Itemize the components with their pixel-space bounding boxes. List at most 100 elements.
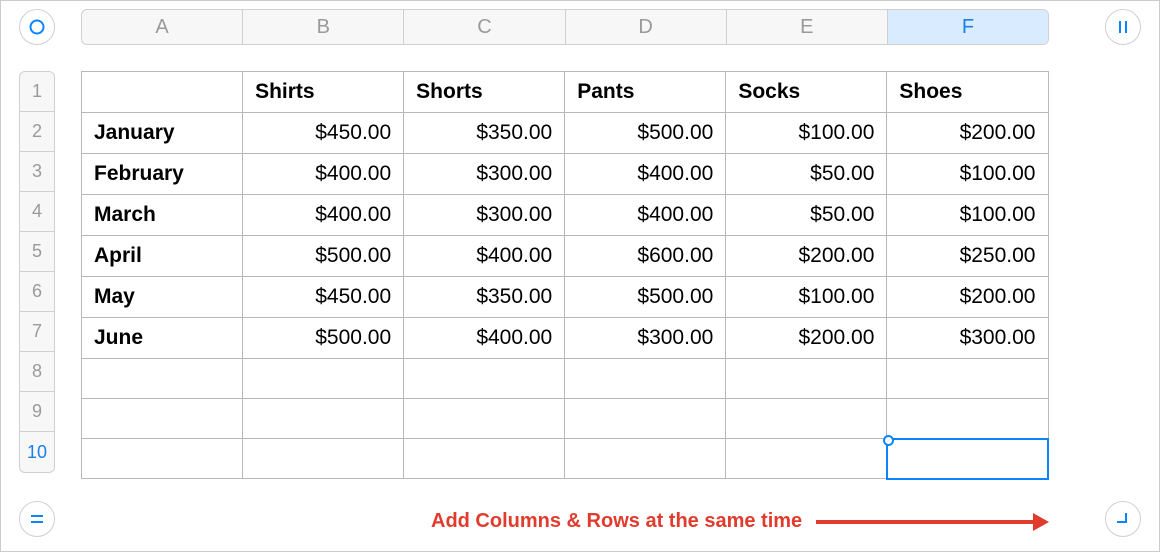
table-row bbox=[82, 359, 1049, 399]
row-header-5[interactable]: 5 bbox=[20, 232, 54, 272]
cell[interactable]: February bbox=[82, 154, 243, 195]
cell[interactable] bbox=[726, 359, 887, 399]
add-row-handle[interactable] bbox=[19, 501, 55, 537]
cell[interactable]: $250.00 bbox=[887, 236, 1048, 277]
cell[interactable]: March bbox=[82, 195, 243, 236]
cell[interactable]: $200.00 bbox=[887, 113, 1048, 154]
annotation-arrow-icon bbox=[816, 520, 1035, 524]
cell[interactable] bbox=[243, 399, 404, 439]
cell[interactable]: $300.00 bbox=[565, 318, 726, 359]
cell[interactable] bbox=[887, 439, 1048, 479]
cell[interactable]: January bbox=[82, 113, 243, 154]
help-annotation: Add Columns & Rows at the same time bbox=[431, 510, 1071, 533]
column-header-A[interactable]: A bbox=[82, 10, 243, 44]
cell[interactable]: $450.00 bbox=[243, 113, 404, 154]
cell[interactable] bbox=[243, 359, 404, 399]
spreadsheet-grid: ShirtsShortsPantsSocksShoesJanuary$450.0… bbox=[81, 71, 1049, 480]
row-header-2[interactable]: 2 bbox=[20, 112, 54, 152]
cell[interactable]: Shoes bbox=[887, 72, 1048, 113]
cell[interactable]: $100.00 bbox=[887, 195, 1048, 236]
cell[interactable]: $400.00 bbox=[565, 154, 726, 195]
circle-icon bbox=[29, 19, 45, 35]
corner-resize-icon bbox=[1114, 510, 1132, 528]
cell[interactable] bbox=[565, 359, 726, 399]
cell[interactable]: $50.00 bbox=[726, 195, 887, 236]
cell[interactable]: $300.00 bbox=[404, 154, 565, 195]
cell[interactable]: $600.00 bbox=[565, 236, 726, 277]
column-header-F[interactable]: F bbox=[888, 10, 1048, 44]
row-header-strip: 12345678910 bbox=[19, 71, 55, 473]
cell[interactable]: Socks bbox=[726, 72, 887, 113]
add-column-handle[interactable] bbox=[1105, 9, 1141, 45]
cell[interactable] bbox=[404, 359, 565, 399]
cell[interactable]: $50.00 bbox=[726, 154, 887, 195]
table-row: April$500.00$400.00$600.00$200.00$250.00 bbox=[82, 236, 1049, 277]
cell[interactable]: Pants bbox=[565, 72, 726, 113]
cell[interactable]: $300.00 bbox=[404, 195, 565, 236]
table-row: February$400.00$300.00$400.00$50.00$100.… bbox=[82, 154, 1049, 195]
cell[interactable] bbox=[82, 399, 243, 439]
table-row: June$500.00$400.00$300.00$200.00$300.00 bbox=[82, 318, 1049, 359]
cell[interactable]: $400.00 bbox=[565, 195, 726, 236]
selection-handle[interactable] bbox=[883, 435, 894, 446]
cell[interactable]: $500.00 bbox=[243, 318, 404, 359]
cell[interactable]: $500.00 bbox=[565, 277, 726, 318]
row-header-10[interactable]: 10 bbox=[20, 432, 54, 472]
table-row: March$400.00$300.00$400.00$50.00$100.00 bbox=[82, 195, 1049, 236]
cell[interactable]: $400.00 bbox=[404, 318, 565, 359]
table-row: January$450.00$350.00$500.00$100.00$200.… bbox=[82, 113, 1049, 154]
columns-add-icon bbox=[1115, 19, 1131, 35]
cell[interactable]: $200.00 bbox=[887, 277, 1048, 318]
cell[interactable]: $400.00 bbox=[243, 154, 404, 195]
cell[interactable]: $400.00 bbox=[404, 236, 565, 277]
cell[interactable]: $450.00 bbox=[243, 277, 404, 318]
cell[interactable]: $350.00 bbox=[404, 277, 565, 318]
row-header-3[interactable]: 3 bbox=[20, 152, 54, 192]
cell[interactable]: $100.00 bbox=[726, 277, 887, 318]
column-header-D[interactable]: D bbox=[566, 10, 727, 44]
row-header-1[interactable]: 1 bbox=[20, 72, 54, 112]
row-header-4[interactable]: 4 bbox=[20, 192, 54, 232]
row-header-6[interactable]: 6 bbox=[20, 272, 54, 312]
cell[interactable]: $100.00 bbox=[726, 113, 887, 154]
cell[interactable]: $400.00 bbox=[243, 195, 404, 236]
cell[interactable] bbox=[82, 359, 243, 399]
cell[interactable] bbox=[82, 439, 243, 479]
cell[interactable] bbox=[82, 72, 243, 113]
table-row bbox=[82, 439, 1049, 479]
cell[interactable]: $500.00 bbox=[565, 113, 726, 154]
table-row: ShirtsShortsPantsSocksShoes bbox=[82, 72, 1049, 113]
cell[interactable]: $200.00 bbox=[726, 318, 887, 359]
cell[interactable] bbox=[887, 399, 1048, 439]
select-all-handle[interactable] bbox=[19, 9, 55, 45]
add-rows-and-columns-handle[interactable] bbox=[1105, 501, 1141, 537]
annotation-text: Add Columns & Rows at the same time bbox=[431, 510, 802, 533]
table-row bbox=[82, 399, 1049, 439]
cell[interactable]: Shirts bbox=[243, 72, 404, 113]
cell[interactable]: May bbox=[82, 277, 243, 318]
table-row: May$450.00$350.00$500.00$100.00$200.00 bbox=[82, 277, 1049, 318]
row-header-7[interactable]: 7 bbox=[20, 312, 54, 352]
cell[interactable]: $350.00 bbox=[404, 113, 565, 154]
cell[interactable]: Shorts bbox=[404, 72, 565, 113]
cell[interactable]: April bbox=[82, 236, 243, 277]
cell[interactable] bbox=[887, 359, 1048, 399]
cell[interactable] bbox=[726, 439, 887, 479]
row-header-9[interactable]: 9 bbox=[20, 392, 54, 432]
cell[interactable]: $500.00 bbox=[243, 236, 404, 277]
cell[interactable] bbox=[726, 399, 887, 439]
row-header-8[interactable]: 8 bbox=[20, 352, 54, 392]
cell[interactable]: $300.00 bbox=[887, 318, 1048, 359]
column-header-strip: ABCDEF bbox=[81, 9, 1049, 45]
column-header-C[interactable]: C bbox=[404, 10, 565, 44]
column-header-E[interactable]: E bbox=[727, 10, 888, 44]
cell[interactable] bbox=[243, 439, 404, 479]
cell[interactable] bbox=[404, 439, 565, 479]
cell[interactable] bbox=[565, 399, 726, 439]
cell[interactable]: $100.00 bbox=[887, 154, 1048, 195]
cell[interactable] bbox=[565, 439, 726, 479]
cell[interactable]: $200.00 bbox=[726, 236, 887, 277]
cell[interactable]: June bbox=[82, 318, 243, 359]
cell[interactable] bbox=[404, 399, 565, 439]
column-header-B[interactable]: B bbox=[243, 10, 404, 44]
